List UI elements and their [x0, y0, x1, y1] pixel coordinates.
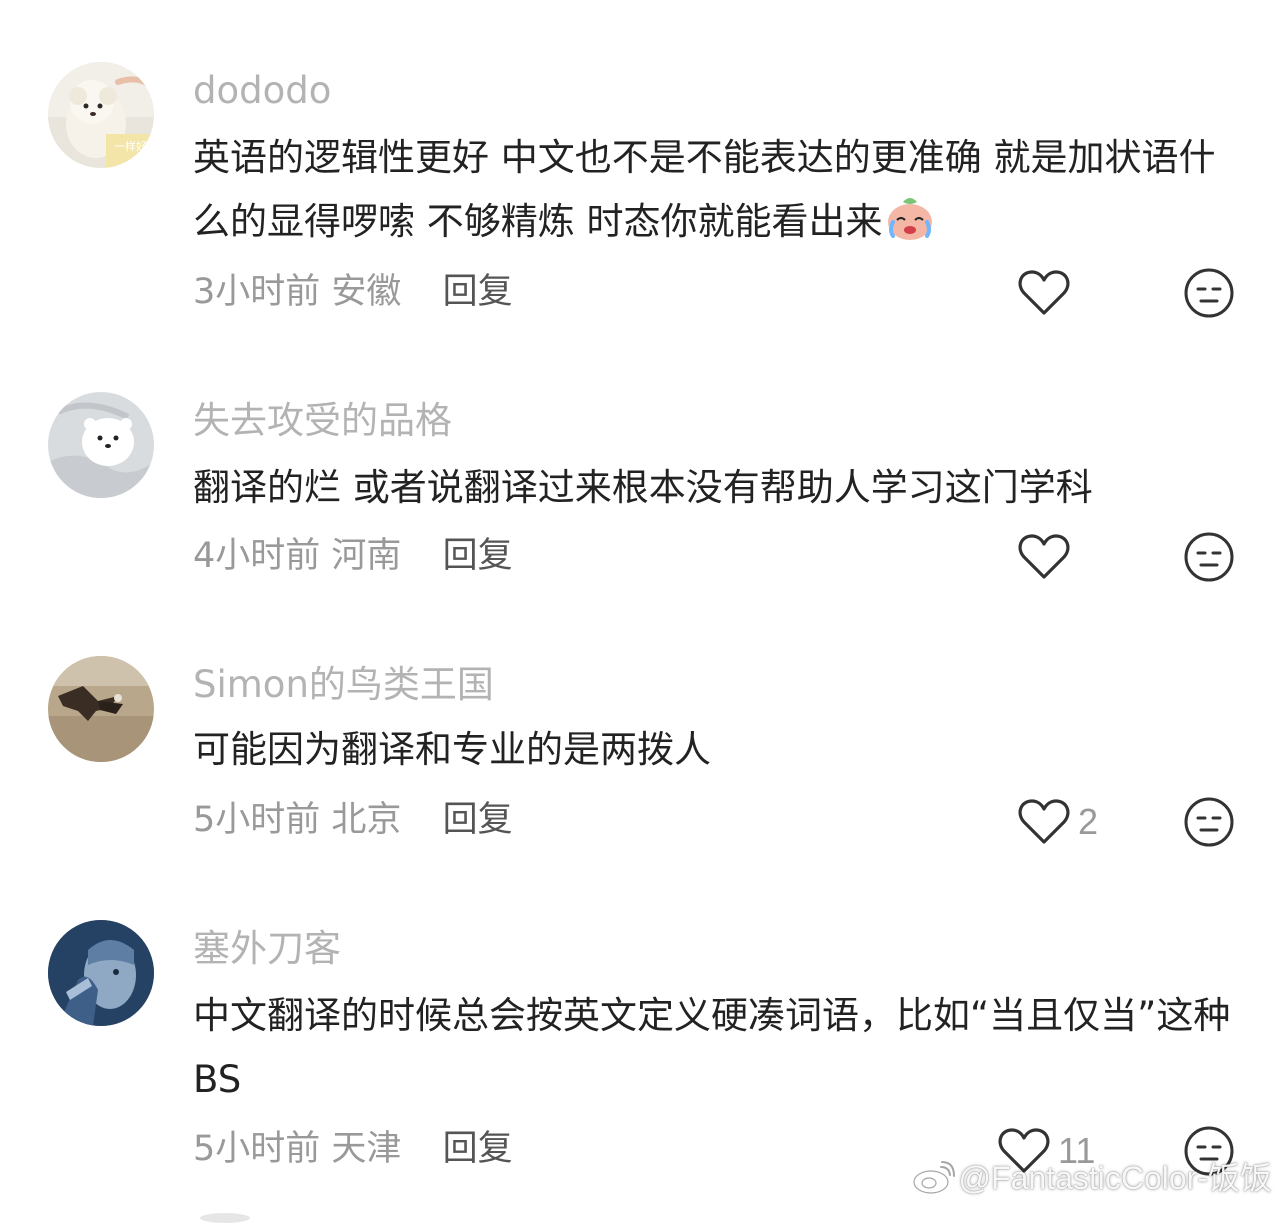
comment-time: 5小时前	[193, 800, 321, 840]
dislike-button[interactable]	[1183, 267, 1235, 319]
reply-button[interactable]: 回复	[443, 800, 513, 840]
like-button[interactable]	[1018, 531, 1078, 583]
comment-text: 英语的逻辑性更好 中文也不是不能表达的更准确 就是加状语什么的显得啰嗦 不够精炼…	[193, 126, 1233, 254]
weibo-logo-icon	[911, 1161, 955, 1203]
comment-username[interactable]: dododo	[193, 67, 331, 115]
watermark-text: @FantasticColor-饭饭	[958, 1160, 1272, 1196]
heart-outline-icon	[1018, 798, 1070, 846]
avatar[interactable]	[48, 920, 154, 1026]
avatar[interactable]	[48, 656, 154, 762]
dislike-button[interactable]	[1183, 531, 1235, 583]
comment-location: 安徽	[331, 272, 402, 312]
heart-outline-icon	[1018, 269, 1070, 317]
meh-face-icon	[1183, 796, 1235, 848]
comment-meta: 3小时前 安徽 回复	[193, 270, 513, 314]
comment-location: 河南	[331, 536, 402, 576]
comment-text-content: 英语的逻辑性更好 中文也不是不能表达的更准确 就是加状语什么的显得啰嗦 不够精炼…	[193, 136, 1216, 243]
avatar-caption: 一样好	[114, 139, 147, 153]
comment-location: 北京	[331, 800, 402, 840]
dislike-button[interactable]	[1183, 796, 1235, 848]
crying-peach-emoji-icon	[883, 192, 937, 242]
comment-text: 翻译的烂 或者说翻译过来根本没有帮助人学习这门学科	[193, 466, 1093, 509]
like-button[interactable]: 2	[1018, 796, 1098, 848]
comment-time: 3小时前	[193, 272, 321, 312]
comment-location: 天津	[331, 1129, 402, 1169]
comment-meta: 4小时前 河南 回复	[193, 534, 513, 578]
reply-button[interactable]: 回复	[443, 272, 513, 312]
comment-time: 5小时前	[193, 1129, 321, 1169]
like-count: 2	[1078, 801, 1099, 842]
comment-meta: 5小时前 天津 回复	[193, 1127, 513, 1171]
next-avatar-edge	[200, 1213, 250, 1223]
like-button[interactable]	[1018, 267, 1078, 319]
comment-username[interactable]: 塞外刀客	[193, 925, 341, 973]
avatar[interactable]	[48, 392, 154, 498]
comment-meta: 5小时前 北京 回复	[193, 798, 513, 842]
comment-time: 4小时前	[193, 536, 321, 576]
watermark: @FantasticColor-饭饭	[911, 1153, 1272, 1203]
reply-button[interactable]: 回复	[443, 536, 513, 576]
avatar[interactable]: 一样好	[48, 62, 154, 168]
comment-username[interactable]: Simon的鸟类王国	[193, 661, 494, 709]
meh-face-icon	[1183, 531, 1235, 583]
heart-outline-icon	[1018, 533, 1070, 581]
reply-button[interactable]: 回复	[443, 1129, 513, 1169]
comment-username[interactable]: 失去攻受的品格	[193, 397, 452, 445]
comment-text: 中文翻译的时候总会按英文定义硬凑词语，比如“当且仅当”这种BS	[193, 994, 1231, 1101]
meh-face-icon	[1183, 267, 1235, 319]
comment-text: 可能因为翻译和专业的是两拨人	[193, 728, 711, 771]
